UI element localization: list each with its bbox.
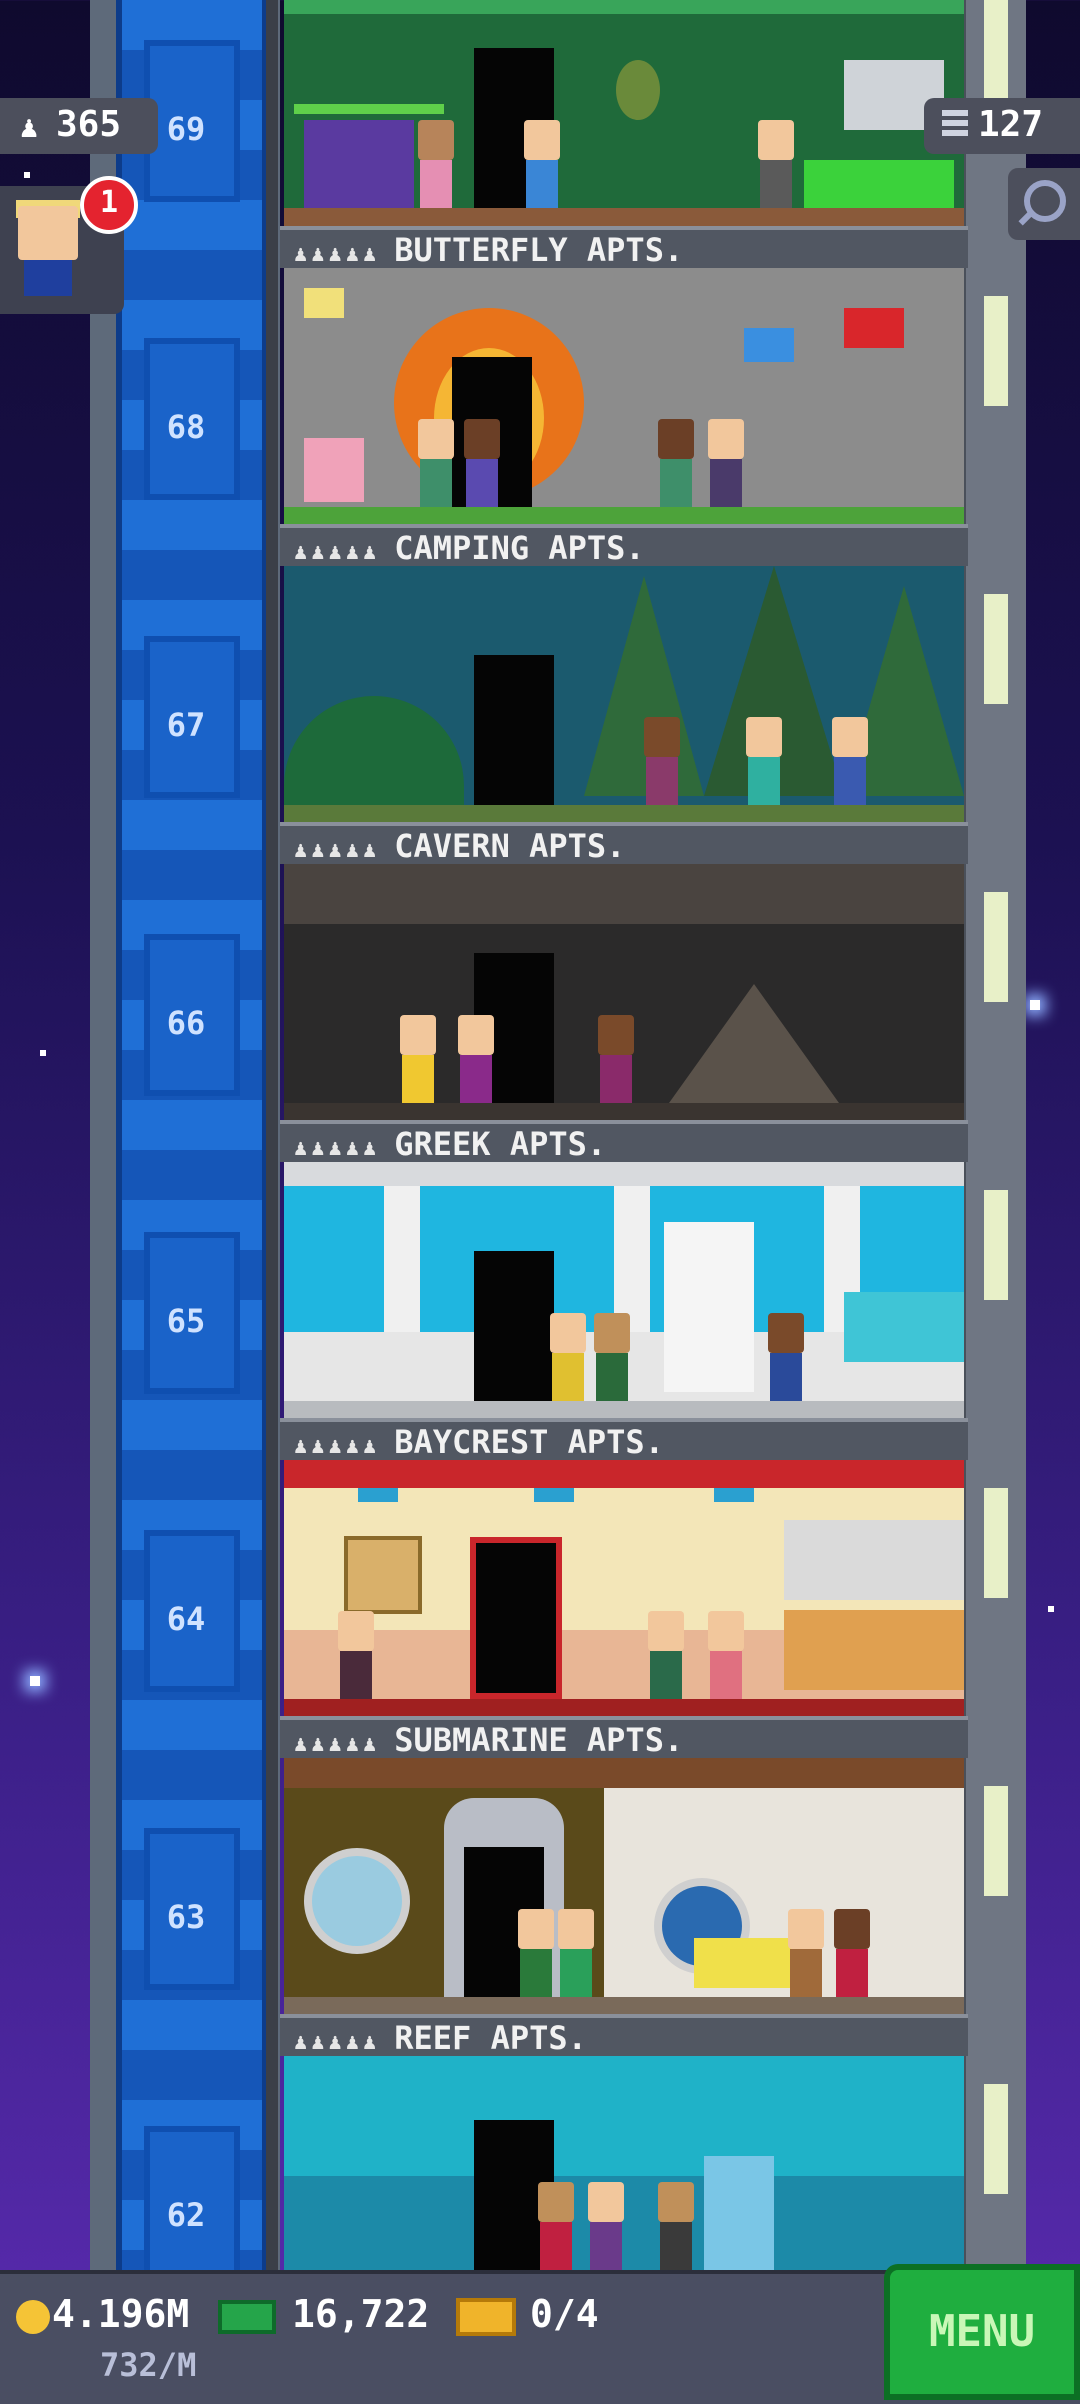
floor-name: GREEK APTS. — [394, 1125, 607, 1163]
tower-bux-icon — [218, 2300, 276, 2334]
floor-sign: ♟♟♟♟♟ GREEK APTS. — [280, 1120, 968, 1163]
resident[interactable] — [454, 1015, 498, 1103]
tower: ♟♟♟♟♟ BUTTERFLY APTS. ♟♟♟♟♟ CAMPING APTS. — [280, 0, 968, 2270]
resident[interactable] — [460, 419, 504, 507]
resident[interactable] — [704, 419, 748, 507]
floor-room[interactable] — [284, 0, 964, 226]
star-icon — [40, 1050, 46, 1056]
resident[interactable] — [396, 1015, 440, 1103]
ticket-icon — [456, 2298, 516, 2336]
floor-number-63: 63 — [116, 1828, 256, 1990]
resident[interactable] — [644, 1611, 688, 1699]
floor-65[interactable]: ♟♟♟♟♟ GREEK APTS. — [280, 1120, 968, 1419]
star-icon — [24, 172, 30, 178]
resident[interactable] — [334, 1611, 378, 1699]
floor-66[interactable]: ♟♟♟♟♟ CAVERN APTS. — [280, 822, 968, 1121]
population-counter[interactable]: ♟ 365 — [0, 98, 158, 154]
tower-scaffold — [960, 0, 1026, 2270]
resident[interactable] — [584, 2182, 628, 2270]
floor-68[interactable]: ♟♟♟♟♟ BUTTERFLY APTS. — [280, 226, 968, 525]
resident[interactable] — [594, 1015, 638, 1103]
elevator-rail — [266, 0, 278, 2270]
floor-69[interactable] — [280, 0, 968, 226]
floor-room[interactable] — [284, 1758, 964, 2015]
population-icon: ♟ — [20, 110, 39, 145]
resident[interactable] — [654, 419, 698, 507]
floor-number-62: 62 — [116, 2126, 256, 2288]
floor-name: CAMPING APTS. — [394, 529, 645, 567]
resident[interactable] — [828, 717, 872, 805]
visitor-avatar-shirt — [24, 260, 72, 296]
floor-number-68: 68 — [116, 338, 256, 500]
floor-62[interactable]: ♟♟♟♟♟ REEF APTS. — [280, 2014, 968, 2270]
floor-count-value: 127 — [978, 104, 1044, 145]
floor-door[interactable] — [474, 655, 554, 805]
resident[interactable] — [742, 717, 786, 805]
resident[interactable] — [546, 1313, 590, 1401]
floor-sign: ♟♟♟♟♟ CAVERN APTS. — [280, 822, 968, 865]
floor-room[interactable] — [284, 1460, 964, 1717]
floor-name: SUBMARINE APTS. — [394, 1721, 684, 1759]
floor-sign: ♟♟♟♟♟ REEF APTS. — [280, 2014, 968, 2057]
floor-name: BUTTERFLY APTS. — [394, 231, 684, 269]
resident[interactable] — [514, 1909, 558, 1997]
resident[interactable] — [534, 2182, 578, 2270]
resident[interactable] — [830, 1909, 874, 1997]
floor-room[interactable] — [284, 1162, 964, 1419]
floor-counter[interactable]: 127 — [924, 98, 1080, 154]
floor-64[interactable]: ♟♟♟♟♟ BAYCREST APTS. — [280, 1418, 968, 1717]
resident[interactable] — [520, 120, 564, 208]
floor-room[interactable] — [284, 268, 964, 525]
elevator-shaft[interactable]: 69 68 67 66 65 64 63 62 — [90, 0, 280, 2288]
resident[interactable] — [414, 120, 458, 208]
floor-door[interactable] — [470, 1537, 562, 1699]
floor-sign: ♟♟♟♟♟ BUTTERFLY APTS. — [280, 226, 968, 269]
tickets-value[interactable]: 0/4 — [530, 2292, 599, 2336]
resident[interactable] — [754, 120, 798, 208]
star-icon — [1048, 1606, 1054, 1612]
resident[interactable] — [654, 2182, 698, 2270]
resident[interactable] — [640, 717, 684, 805]
floor-name: REEF APTS. — [394, 2019, 587, 2057]
floor-sign: ♟♟♟♟♟ BAYCREST APTS. — [280, 1418, 968, 1461]
notification-badge: 1 — [80, 176, 138, 234]
coin-rate: 732/M — [100, 2346, 197, 2384]
visitor-avatar — [18, 206, 78, 260]
floor-number-64: 64 — [116, 1530, 256, 1692]
building-icon — [942, 110, 968, 140]
floor-room[interactable] — [284, 566, 964, 823]
resident[interactable] — [784, 1909, 828, 1997]
star-icon — [1030, 1000, 1040, 1010]
bux-value[interactable]: 16,722 — [292, 2292, 429, 2336]
resident[interactable] — [590, 1313, 634, 1401]
floor-sign: ♟♟♟♟♟ CAMPING APTS. — [280, 524, 968, 567]
floor-number-67: 67 — [116, 636, 256, 798]
floor-door[interactable] — [474, 1251, 554, 1401]
floor-name: CAVERN APTS. — [394, 827, 626, 865]
coins-value: 4.196M — [52, 2292, 190, 2336]
floor-sign: ♟♟♟♟♟ SUBMARINE APTS. — [280, 1716, 968, 1759]
star-icon — [30, 1676, 40, 1686]
menu-button[interactable]: MENU — [884, 2264, 1080, 2400]
population-value: 365 — [56, 104, 122, 145]
floor-number-65: 65 — [116, 1232, 256, 1394]
coin-icon — [16, 2300, 50, 2334]
floor-63[interactable]: ♟♟♟♟♟ SUBMARINE APTS. — [280, 1716, 968, 2015]
resident[interactable] — [554, 1909, 598, 1997]
floor-name: BAYCREST APTS. — [394, 1423, 664, 1461]
floor-room[interactable] — [284, 2056, 964, 2270]
resident[interactable] — [704, 1611, 748, 1699]
floor-number-66: 66 — [116, 934, 256, 1096]
resident[interactable] — [414, 419, 458, 507]
search-button[interactable] — [1008, 168, 1080, 240]
resident[interactable] — [764, 1313, 808, 1401]
floor-room[interactable] — [284, 864, 964, 1121]
floor-67[interactable]: ♟♟♟♟♟ CAMPING APTS. — [280, 524, 968, 823]
